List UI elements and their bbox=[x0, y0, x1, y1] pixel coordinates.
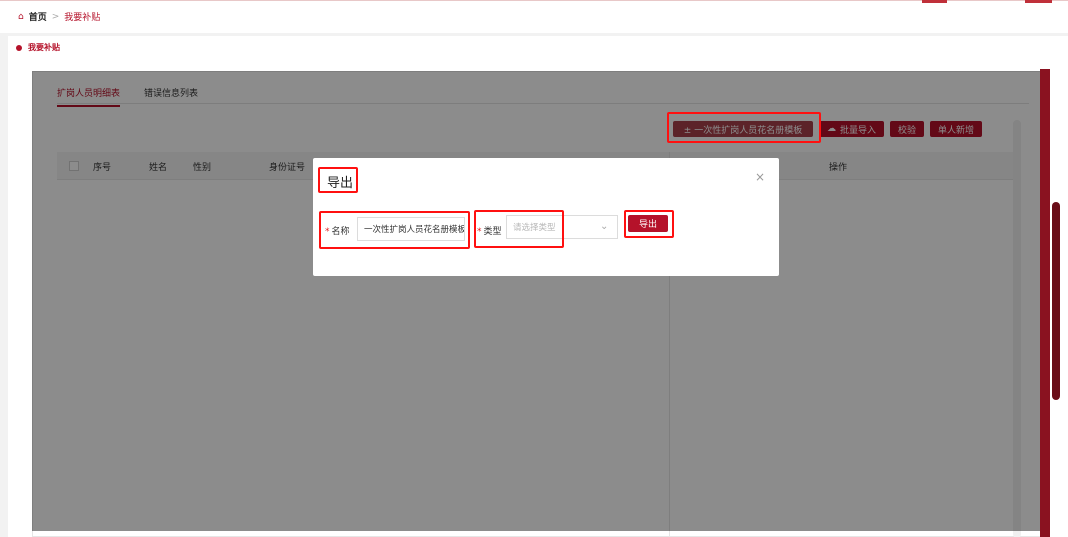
type-label: * 类型 bbox=[477, 224, 502, 237]
page-scrollbar-edge bbox=[1060, 69, 1068, 537]
name-field[interactable]: 一次性扩岗人员花名册模板 bbox=[357, 217, 465, 241]
type-label-text: 类型 bbox=[483, 227, 502, 237]
home-icon: ⌂ bbox=[18, 11, 24, 22]
export-dialog: 导出 × * 名称 一次性扩岗人员花名册模板 * 类型 请选择类型 ⌄ 导出 bbox=[313, 158, 779, 276]
breadcrumb: ⌂ 首页 > 我要补贴 bbox=[18, 10, 100, 24]
page-title: 我要补贴 bbox=[16, 42, 60, 53]
top-accent bbox=[1025, 0, 1052, 3]
top-accent bbox=[922, 0, 947, 3]
chevron-down-icon[interactable]: ⌄ bbox=[600, 221, 608, 232]
close-icon[interactable]: × bbox=[755, 170, 765, 184]
title-dot-icon bbox=[16, 44, 22, 51]
page-title-text: 我要补贴 bbox=[28, 43, 60, 52]
dialog-title: 导出 bbox=[327, 176, 354, 191]
name-label-text: 名称 bbox=[331, 227, 350, 237]
export-button[interactable]: 导出 bbox=[628, 215, 668, 232]
page-scrollbar-thumb[interactable] bbox=[1052, 202, 1060, 400]
breadcrumb-home[interactable]: 首页 bbox=[29, 10, 47, 23]
breadcrumb-current[interactable]: 我要补贴 bbox=[64, 10, 100, 23]
required-mark: * bbox=[477, 227, 482, 237]
name-label: * 名称 bbox=[325, 224, 350, 237]
modal-overlay[interactable] bbox=[32, 71, 1040, 531]
top-bar: ⌂ 首页 > 我要补贴 bbox=[0, 0, 1068, 33]
page-scrollbar-track[interactable] bbox=[1040, 69, 1050, 537]
breadcrumb-separator: > bbox=[51, 11, 60, 22]
required-mark: * bbox=[325, 227, 330, 237]
top-border bbox=[0, 0, 1068, 1]
